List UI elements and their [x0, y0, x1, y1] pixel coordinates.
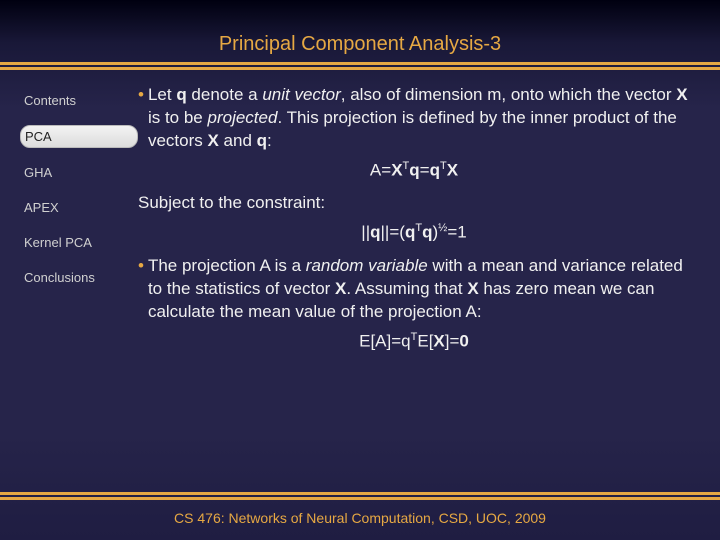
- text: , also of dimension m, onto which the ve…: [341, 85, 676, 104]
- content: • Let q denote a unit vector, also of di…: [138, 84, 690, 486]
- footer: CS 476: Networks of Neural Computation, …: [0, 500, 720, 540]
- text-italic: random variable: [306, 256, 428, 275]
- text-bold: q: [176, 85, 186, 104]
- sidebar-item-pca[interactable]: PCA: [20, 125, 138, 148]
- text: is to be: [148, 108, 208, 127]
- text-bold: X: [207, 131, 218, 150]
- text-bold: X: [676, 85, 687, 104]
- sidebar-item-apex[interactable]: APEX: [20, 197, 138, 218]
- sidebar-item-contents[interactable]: Contents: [20, 90, 138, 111]
- title-band: Principal Component Analysis-3: [0, 0, 720, 62]
- paragraph-1: Let q denote a unit vector, also of dime…: [148, 84, 690, 153]
- text-bold: q: [257, 131, 267, 150]
- sidebar-item-conclusions[interactable]: Conclusions: [20, 267, 138, 288]
- sidebar-item-kernel-pca[interactable]: Kernel PCA: [20, 232, 138, 253]
- slide: Principal Component Analysis-3 Contents …: [0, 0, 720, 540]
- bullet-icon: •: [138, 255, 148, 324]
- sidebar: Contents PCA GHA APEX Kernel PCA Conclus…: [20, 84, 138, 486]
- footer-separator-1: [0, 492, 720, 495]
- text-bold: X: [335, 279, 346, 298]
- text: and: [219, 131, 257, 150]
- paragraph-2: The projection A is a random variable wi…: [148, 255, 690, 324]
- equation-3: E[A]=qTE[X]=0: [138, 330, 690, 354]
- text-italic: unit vector: [262, 85, 340, 104]
- slide-title: Principal Component Analysis-3: [219, 33, 501, 56]
- text: Let: [148, 85, 176, 104]
- text-bold: X: [467, 279, 478, 298]
- equation-1: A=XTq=qTX: [138, 159, 690, 183]
- text: :: [267, 131, 272, 150]
- text-italic: projected: [208, 108, 278, 127]
- main-area: Contents PCA GHA APEX Kernel PCA Conclus…: [0, 70, 720, 490]
- sidebar-item-gha[interactable]: GHA: [20, 162, 138, 183]
- footer-separator-wrap: [0, 492, 720, 500]
- text: . Assuming that: [346, 279, 467, 298]
- bullet-icon: •: [138, 84, 148, 153]
- equation-2: ||q||=(qTq)½=1: [138, 221, 690, 245]
- bullet-1: • Let q denote a unit vector, also of di…: [138, 84, 690, 153]
- title-separator-1: [0, 62, 720, 65]
- text: denote a: [187, 85, 263, 104]
- text: The projection A is a: [148, 256, 306, 275]
- bullet-2: • The projection A is a random variable …: [138, 255, 690, 324]
- subject-line: Subject to the constraint:: [138, 192, 690, 215]
